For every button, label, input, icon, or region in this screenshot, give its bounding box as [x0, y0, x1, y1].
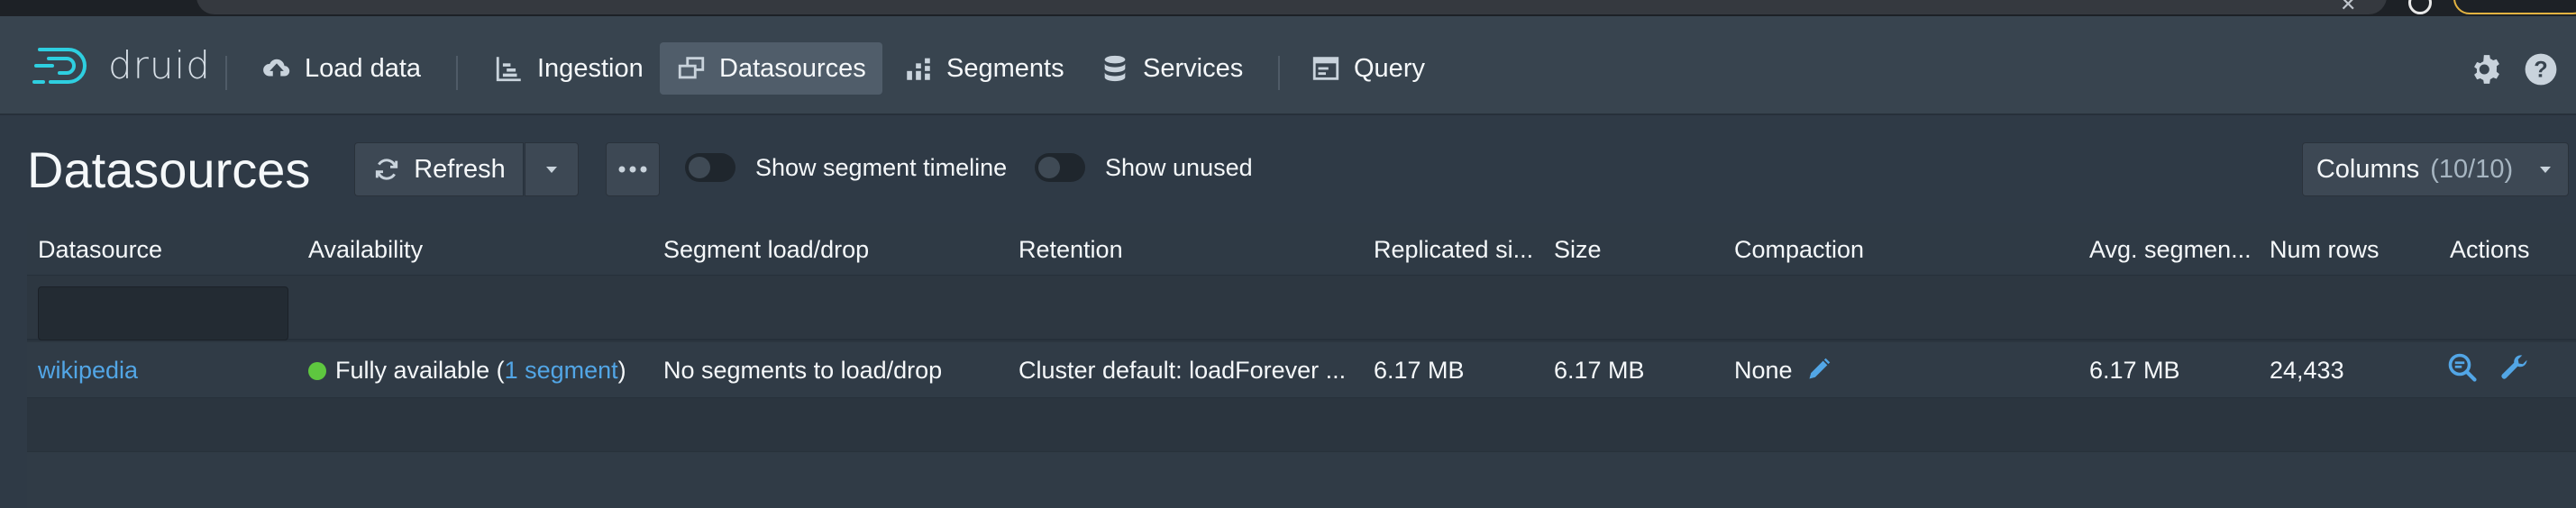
page-title: Datasources: [27, 141, 311, 198]
druid-logo[interactable]: druid: [32, 43, 211, 87]
application-icon: [1312, 57, 1339, 80]
toggle-switch[interactable]: [1035, 153, 1085, 182]
datasource-link[interactable]: wikipedia: [38, 357, 138, 385]
nav-divider: [1278, 56, 1280, 90]
datasource-filter-input[interactable]: [38, 286, 288, 340]
nav-services[interactable]: Services: [1083, 42, 1259, 95]
segments-link[interactable]: 1 segment: [505, 357, 618, 384]
filter-row: [27, 276, 2576, 340]
availability-cell: Fully available (1 segment): [308, 357, 626, 385]
wrench-icon[interactable]: [2498, 351, 2531, 384]
nav-divider: [456, 56, 458, 90]
nav-label: Ingestion: [537, 53, 644, 83]
datasources-icon: [678, 57, 705, 79]
availability-text: Fully available (: [335, 357, 505, 384]
nav-query[interactable]: Query: [1294, 42, 1441, 95]
nav-datasources[interactable]: Datasources: [660, 42, 882, 95]
table-header: Datasource Availability Segment load/dro…: [27, 223, 2576, 276]
columns-count: (10/10): [2430, 154, 2514, 184]
logo-text: druid: [108, 43, 211, 87]
close-icon[interactable]: ✕: [2340, 0, 2356, 16]
more-actions-button[interactable]: [606, 142, 660, 196]
browser-extension-button[interactable]: [2453, 0, 2576, 14]
refresh-icon: [376, 159, 398, 180]
num-rows-cell: 24,433: [2270, 357, 2344, 384]
table-row-empty: [27, 452, 2576, 508]
column-header[interactable]: Replicated si...: [1374, 236, 1533, 264]
column-header[interactable]: Compaction: [1734, 236, 1864, 264]
toggle-switch[interactable]: [685, 153, 735, 182]
caret-down-icon: [2540, 167, 2552, 173]
avg-segment-cell: 6.17 MB: [2089, 357, 2180, 384]
replicated-size-cell: 6.17 MB: [1374, 357, 1465, 384]
edit-icon[interactable]: [1806, 357, 1832, 382]
size-cell: 6.17 MB: [1554, 357, 1645, 384]
toggle-label: Show unused: [1105, 153, 1253, 181]
nav-label: Services: [1143, 53, 1244, 83]
refresh-button[interactable]: Refresh: [354, 142, 524, 196]
profile-icon[interactable]: [2408, 0, 2432, 14]
nav-segments[interactable]: Segments: [887, 42, 1081, 95]
nav-label: Query: [1354, 53, 1425, 83]
datasources-table: Datasource Availability Segment load/dro…: [27, 223, 2576, 508]
more-icon: [618, 166, 647, 173]
gantt-chart-icon: [496, 57, 521, 82]
toggle-label: Show segment timeline: [755, 153, 1008, 181]
help-icon[interactable]: ?: [2524, 52, 2558, 86]
browser-toolbar: ✕: [0, 0, 2576, 16]
segments-icon: [907, 58, 930, 80]
nav-load-data[interactable]: Load data: [245, 42, 437, 95]
caret-down-icon: [546, 167, 557, 173]
column-header[interactable]: Avg. segmen...: [2089, 236, 2252, 264]
svg-text:?: ?: [2534, 58, 2547, 83]
status-dot: [308, 362, 326, 380]
load-drop-cell: No segments to load/drop: [663, 357, 943, 384]
refresh-label: Refresh: [414, 154, 506, 184]
cloud-upload-icon: [263, 59, 290, 77]
table-row: wikipedia Fully available (1 segment) No…: [27, 342, 2576, 398]
availability-close: ): [617, 357, 626, 384]
table-row-empty: [27, 398, 2576, 452]
column-header[interactable]: Datasource: [38, 236, 162, 264]
nav-divider: [225, 56, 227, 90]
druid-logo-icon: [32, 47, 87, 84]
address-bar[interactable]: [196, 0, 2387, 14]
search-template-icon[interactable]: [2446, 351, 2479, 384]
column-header[interactable]: Num rows: [2270, 236, 2380, 264]
nav-label: Load data: [305, 53, 422, 83]
refresh-options-button[interactable]: [525, 142, 579, 196]
gear-icon[interactable]: [2470, 52, 2504, 86]
columns-picker-button[interactable]: Columns (10/10): [2302, 142, 2569, 196]
nav-label: Segments: [946, 53, 1064, 83]
toggle-show-unused[interactable]: Show unused: [1035, 153, 1253, 182]
nav-ingestion[interactable]: Ingestion: [478, 42, 660, 95]
column-header[interactable]: Segment load/drop: [663, 236, 869, 264]
column-header: Actions: [2450, 236, 2530, 263]
nav-label: Datasources: [719, 53, 866, 83]
database-icon: [1104, 55, 1126, 82]
retention-cell[interactable]: Cluster default: loadForever ...: [1019, 357, 1346, 385]
column-header[interactable]: Retention: [1019, 236, 1123, 264]
compaction-cell: None: [1734, 357, 1832, 385]
compaction-value: None: [1734, 357, 1793, 384]
toggle-show-segment-timeline[interactable]: Show segment timeline: [685, 153, 1007, 182]
columns-label: Columns: [2316, 154, 2420, 184]
column-header[interactable]: Availability: [308, 236, 423, 264]
top-navbar: druid Load data Ingestion Datasources Se…: [0, 16, 2576, 115]
column-header[interactable]: Size: [1554, 236, 1602, 264]
